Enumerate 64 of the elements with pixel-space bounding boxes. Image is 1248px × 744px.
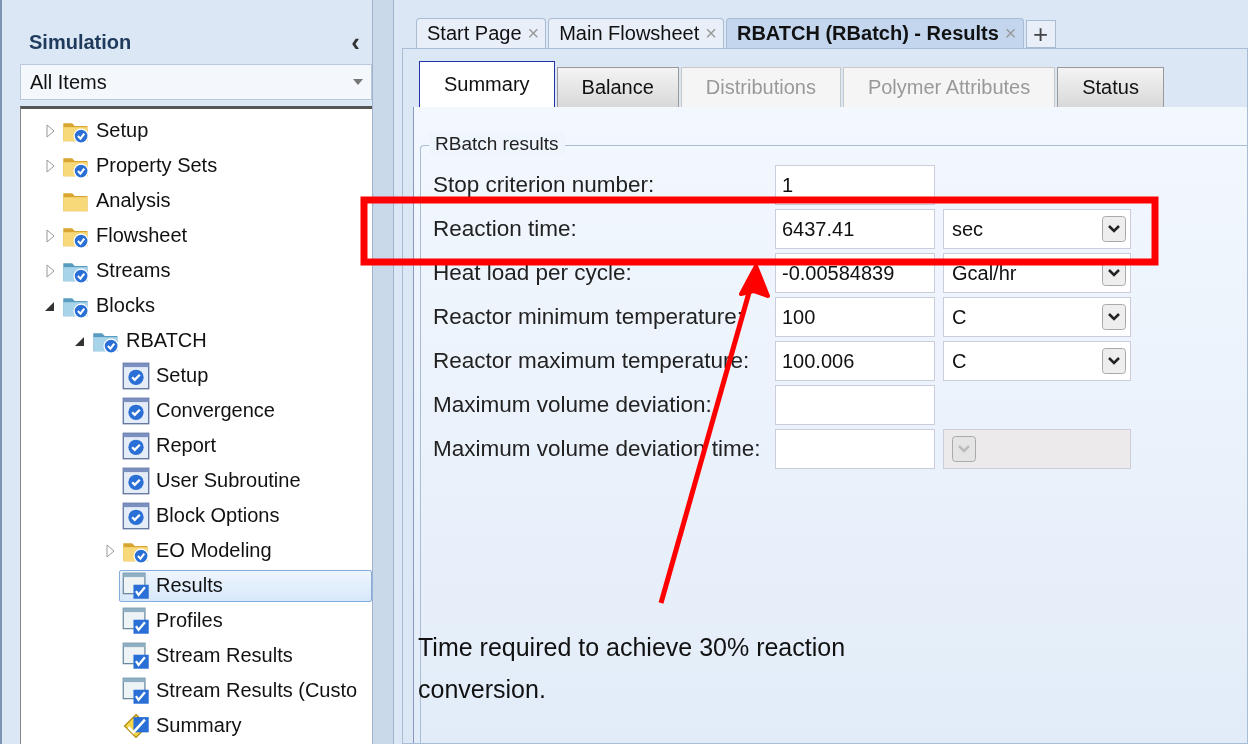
document-tab[interactable]: RBATCH (RBatch) - Results ×	[725, 18, 1024, 48]
tree-item[interactable]: Block Options	[119, 499, 372, 532]
tree-item[interactable]: RBATCH	[89, 324, 372, 357]
tree-item[interactable]: Setup	[59, 114, 372, 147]
field-label: Maximum volume deviation:	[433, 392, 713, 418]
collapse-button[interactable]: ‹	[351, 26, 360, 58]
document-tab[interactable]: Main Flowsheet ×	[548, 18, 724, 48]
value-field[interactable]: 6437.41	[775, 209, 935, 249]
caret-icon	[353, 79, 363, 85]
tree-item-label: Profiles	[156, 609, 223, 632]
tree-item-label: EO Modeling	[156, 539, 272, 562]
value-field[interactable]: 100.006	[775, 341, 935, 381]
tree-item[interactable]: Stream Results (Custo	[119, 674, 372, 707]
unit-dropdown[interactable]: sec	[943, 209, 1131, 249]
tree-item-label: Setup	[96, 119, 149, 142]
filter-dropdown[interactable]: All Items	[20, 64, 372, 100]
tree-item-label: Streams	[96, 259, 171, 282]
tree-item-label: Block Options	[156, 504, 280, 527]
field-label: Stop criterion number:	[433, 172, 656, 198]
dropdown-button-icon[interactable]	[1102, 348, 1126, 374]
tree-item[interactable]: Report	[119, 429, 372, 462]
form-tab[interactable]: Balance	[556, 67, 679, 107]
tree-item-label: Stream Results	[156, 644, 293, 667]
tree-item[interactable]: Convergence	[119, 394, 372, 427]
new-tab-button[interactable]: +	[1025, 20, 1056, 48]
tree-item-label: Stream Results (Custo	[156, 679, 358, 702]
tree-item[interactable]: Property Sets	[59, 149, 372, 182]
tree-item[interactable]: User Subroutine	[119, 464, 372, 497]
tree-item[interactable]: Results	[119, 569, 372, 602]
form-tab[interactable]: Status	[1057, 67, 1164, 107]
value-field[interactable]	[775, 385, 935, 425]
tree-item[interactable]: Blocks	[59, 289, 372, 322]
tree-item-label: Setup	[156, 364, 209, 387]
tree-item-label: Flowsheet	[96, 224, 188, 247]
field-label: Reaction time:	[433, 216, 578, 242]
tree-item[interactable]: EO Modeling	[119, 534, 372, 567]
panel-title: Simulation	[29, 30, 132, 54]
tree-item[interactable]: Stream Results	[119, 639, 372, 672]
form-tab[interactable]: Summary	[419, 61, 555, 107]
tree-item-label: Report	[156, 434, 217, 457]
unit-dropdown[interactable]: C	[943, 297, 1131, 337]
field-label: Heat load per cycle:	[433, 260, 633, 286]
tree-item-label: Analysis	[96, 189, 171, 212]
annotation-text: Time required to achieve 30% reaction conversion.	[418, 632, 847, 705]
value-field[interactable]	[775, 429, 935, 469]
tree-item-label: Results	[156, 574, 223, 597]
tree-item[interactable]: Profiles	[119, 604, 372, 637]
tree-item-label: Convergence	[156, 399, 275, 422]
tree-item-label: Blocks	[96, 294, 155, 317]
tree-item-label: User Subroutine	[156, 469, 301, 492]
value-field[interactable]: 100	[775, 297, 935, 337]
splitter-bar[interactable]	[372, 0, 394, 744]
tree-item[interactable]: Analysis	[59, 184, 372, 217]
dropdown-button-icon[interactable]	[1102, 304, 1126, 330]
tree-item[interactable]: Streams	[59, 254, 372, 287]
tree-item[interactable]: Flowsheet	[59, 219, 372, 252]
tree-item-label: Property Sets	[96, 154, 218, 177]
document-tab[interactable]: Start Page ×	[416, 18, 547, 48]
tree-item-label: Summary	[156, 714, 242, 737]
tree-item-label: RBATCH	[126, 329, 207, 352]
tree-item[interactable]: Setup	[119, 359, 372, 392]
tree-item[interactable]: Summary	[119, 709, 372, 742]
dropdown-button-icon[interactable]	[1102, 216, 1126, 242]
unit-dropdown[interactable]: C	[943, 341, 1131, 381]
